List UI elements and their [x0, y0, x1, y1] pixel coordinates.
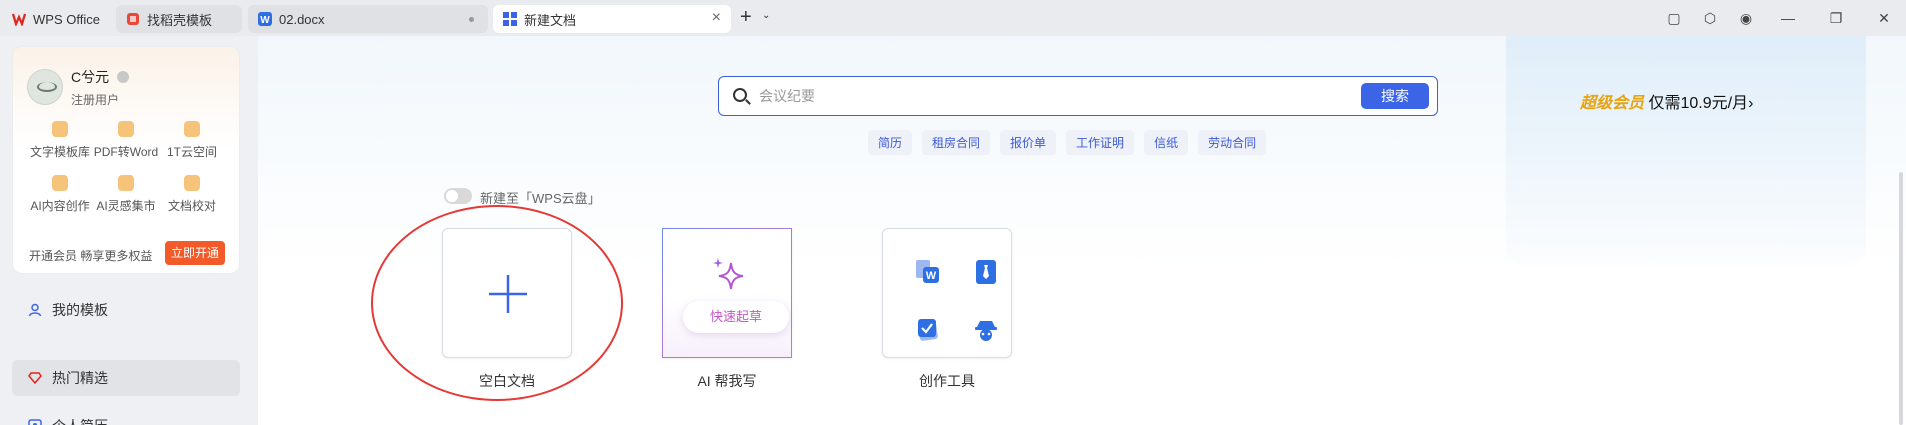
background-decoration [1506, 36, 1866, 266]
new-doc-grid-icon [503, 12, 517, 26]
tab-wps-office[interactable]: WPS Office [2, 5, 110, 33]
feature-pdf-to-word[interactable]: PDF转Word [93, 121, 159, 160]
feature-proofread[interactable]: 文档校对 [159, 175, 225, 214]
resume-icon [28, 419, 42, 425]
ai-write-card[interactable]: 快速起草 [662, 228, 792, 358]
search-tags: 简历 租房合同 报价单 工作证明 信纸 劳动合同 [868, 130, 1276, 155]
vip-price: 仅需10.9元/月 [1648, 95, 1749, 112]
unsaved-dot-icon [469, 17, 474, 22]
wps-logo-icon [12, 13, 26, 26]
add-tab-icon[interactable]: + [740, 6, 752, 29]
ai-content-icon [52, 175, 68, 191]
close-icon[interactable]: × [712, 9, 721, 27]
window-tile-icon[interactable]: ▢ [1658, 10, 1690, 27]
promo-text: 开通会员 畅享更多权益 [29, 249, 153, 263]
avatar[interactable] [27, 69, 63, 105]
tab-label: 找稻壳模板 [147, 12, 213, 28]
nav-label: 我的模板 [52, 302, 108, 318]
cloud-save-toggle[interactable] [444, 188, 472, 204]
word-doc-icon: W [258, 12, 272, 26]
sidebar-item-my-templates[interactable]: 我的模板 [12, 292, 240, 328]
avatar-small-icon[interactable]: ◉ [1730, 10, 1762, 27]
feature-label: 文档校对 [167, 199, 216, 213]
sidebar-item-hot-picks[interactable]: 热门精选 [12, 360, 240, 396]
feature-label: AI灵感集市 [96, 199, 156, 213]
feature-ai-inspiration[interactable]: AI灵感集市 [93, 175, 159, 214]
tab-new-document[interactable]: 新建文档 × [493, 5, 731, 33]
feature-label: PDF转Word [93, 145, 159, 159]
tab-bar: WPS Office 找稻壳模板 W 02.docx 新建文档 × + ⌄ ▢ … [0, 0, 1906, 36]
feature-label: AI内容创作 [30, 199, 90, 213]
user-card: C兮元 注册用户 文字模板库 PDF转Word 1T云空间 AI内容创作 AI灵… [12, 46, 240, 274]
search-icon [733, 88, 747, 102]
creation-tools-card[interactable]: W [882, 228, 1012, 358]
tie-document-icon [976, 260, 996, 284]
ai-write-label: AI 帮我写 [697, 373, 757, 389]
tag-letter-paper[interactable]: 信纸 [1144, 130, 1189, 155]
feature-label: 文字模板库 [29, 145, 90, 159]
tag-resume[interactable]: 简历 [868, 130, 913, 155]
quick-draft-button[interactable]: 快速起草 [683, 301, 789, 333]
tag-work-certificate[interactable]: 工作证明 [1066, 130, 1135, 155]
feature-template-library[interactable]: 文字模板库 [27, 121, 93, 160]
search-button[interactable]: 搜索 [1361, 83, 1429, 109]
svg-text:W: W [926, 270, 937, 282]
chevron-down-icon[interactable]: ⌄ [762, 10, 770, 21]
cloud-icon [184, 121, 200, 137]
sidebar: C兮元 注册用户 文字模板库 PDF转Word 1T云空间 AI内容创作 AI灵… [0, 36, 258, 425]
svg-text:W: W [260, 15, 270, 26]
scrollbar[interactable] [1896, 172, 1906, 425]
restore-icon[interactable]: ❐ [1814, 10, 1858, 27]
checklist-icon [918, 319, 938, 341]
window-controls: ▢ ⬡ ◉ — ❐ ✕ [1654, 0, 1906, 36]
search-input[interactable] [759, 85, 1279, 107]
user-icon [28, 303, 42, 317]
sparkle-icon [713, 258, 744, 290]
annotation-circle [371, 205, 623, 401]
detective-icon [975, 321, 997, 341]
user-name: C兮元 [71, 69, 110, 85]
creation-tools-label: 创作工具 [919, 373, 975, 389]
template-library-icon [52, 121, 68, 137]
tab-label: WPS Office [33, 11, 100, 27]
user-role: 注册用户 [71, 93, 120, 107]
search-box: 搜索 [718, 76, 1438, 116]
vip-label: 超级会员 [1580, 95, 1645, 112]
tab-template-store[interactable]: 找稻壳模板 [116, 5, 242, 33]
feature-label: 1T云空间 [166, 145, 217, 159]
tag-labor-contract[interactable]: 劳动合同 [1198, 130, 1267, 155]
sidebar-item-resume[interactable]: 个人简历 [12, 408, 240, 425]
nav-label: 热门精选 [52, 370, 108, 386]
feature-cloud-space[interactable]: 1T云空间 [159, 121, 225, 160]
sparkle-icon [118, 175, 134, 191]
word-convert-icon: W [916, 260, 939, 283]
proofread-icon [184, 175, 200, 191]
pdf-convert-icon [118, 121, 134, 137]
vip-promo-link[interactable]: 超级会员 仅需10.9元/月› [1580, 89, 1753, 113]
chevron-right-icon: › [1748, 95, 1754, 112]
tab-02-docx[interactable]: W 02.docx [248, 5, 488, 33]
tab-label: 02.docx [279, 11, 325, 27]
tab-label: 新建文档 [524, 12, 577, 28]
docer-icon [127, 13, 139, 25]
main-content: 搜索 简历 租房合同 报价单 工作证明 信纸 劳动合同 超级会员 仅需10.9元… [258, 36, 1906, 425]
feature-ai-content[interactable]: AI内容创作 [27, 175, 93, 214]
diamond-icon [28, 372, 42, 385]
member-badge-icon [117, 71, 129, 83]
tag-quotation[interactable]: 报价单 [1000, 130, 1057, 155]
minimize-icon[interactable]: — [1766, 10, 1810, 26]
window-close-icon[interactable]: ✕ [1862, 10, 1906, 27]
nav-label: 个人简历 [52, 416, 108, 425]
tag-rental-contract[interactable]: 租房合同 [922, 130, 991, 155]
cube-icon[interactable]: ⬡ [1694, 10, 1726, 27]
open-membership-button[interactable]: 立即开通 [165, 241, 225, 265]
